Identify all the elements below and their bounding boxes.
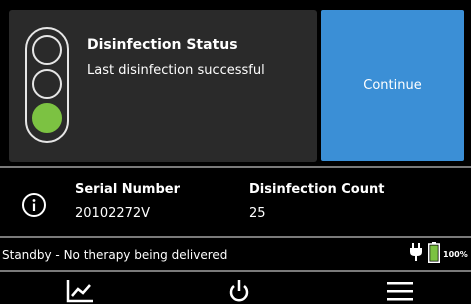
battery-percent: 100% (443, 250, 468, 259)
disinfection-count-value: 25 (249, 206, 266, 221)
power-icon[interactable] (228, 279, 250, 303)
serial-number-label: Serial Number (75, 182, 181, 197)
traffic-light-bottom-lamp-active (32, 103, 62, 133)
divider (0, 236, 471, 238)
status-subtitle: Last disinfection successful (87, 63, 265, 78)
status-title: Disinfection Status (87, 37, 238, 53)
trend-chart-icon[interactable] (66, 279, 94, 303)
divider (0, 166, 471, 168)
traffic-light-middle-lamp (32, 69, 62, 99)
info-icon[interactable] (22, 193, 46, 217)
plug-icon (410, 243, 422, 261)
traffic-light-indicator (25, 27, 69, 143)
disinfection-count-label: Disinfection Count (249, 182, 385, 197)
traffic-light-top-lamp (32, 35, 62, 65)
disinfection-status-card: Disinfection Status Last disinfection su… (9, 10, 317, 162)
serial-number-value: 20102272V (75, 206, 151, 221)
continue-button[interactable]: Continue (321, 10, 464, 161)
standby-status-message: Standby - No therapy being delivered (2, 248, 228, 262)
battery-icon (428, 242, 440, 263)
menu-icon[interactable] (386, 279, 414, 303)
divider (0, 270, 471, 272)
